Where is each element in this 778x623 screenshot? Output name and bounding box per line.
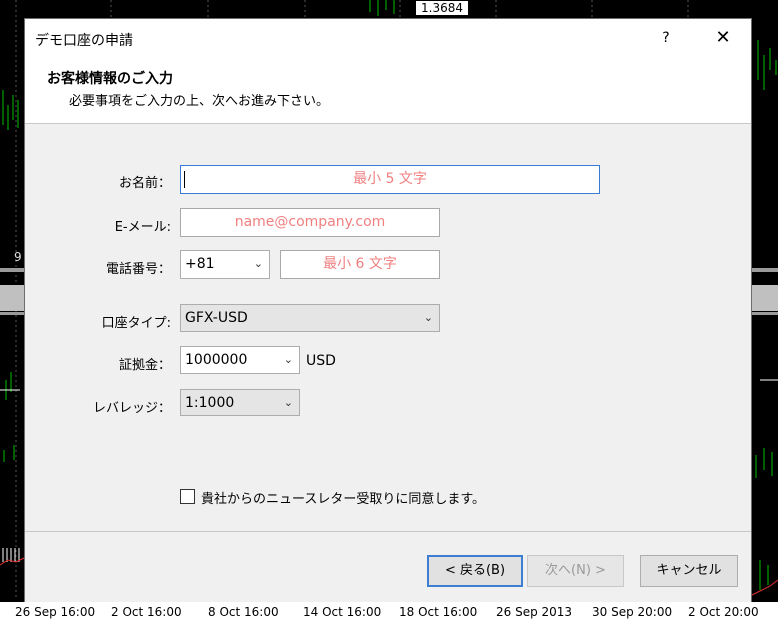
deposit-label: 証拠金： [118,358,171,373]
name-label: お名前： [118,176,171,191]
email-placeholder: name@company.com [234,214,386,230]
account-type-select[interactable]: GFX-USD ⌄ [180,304,440,332]
help-button[interactable]: ? [653,25,679,51]
time-axis: 26 Sep 16:00 2 Oct 16:00 8 Oct 16:00 14 … [0,602,778,623]
deposit-select[interactable]: 1000000 ⌄ [180,346,300,374]
page-subtitle: 必要事項をご入力の上、次へお進み下さい。 [69,94,330,109]
time-label: 30 Sep 20:00 [592,605,673,619]
phone-label: 電話番号： [105,262,171,277]
name-placeholder: 最小 5 文字 [353,171,427,187]
demo-account-dialog: デモ口座の申請 ? ✕ お客様情報のご入力 必要事項をご入力の上、次へお進み下さ… [24,18,752,602]
name-input[interactable]: 最小 5 文字 [180,165,600,194]
dialog-footer: < 戻る(B) 次へ(N) > キャンセル [25,531,751,602]
next-button[interactable]: 次へ(N) > [527,555,624,587]
account-type-label: 口座タイプ: [101,316,171,331]
phone-placeholder: 最小 6 文字 [323,256,397,272]
leverage-select[interactable]: 1:1000 ⌄ [180,389,300,416]
email-label: E-メール: [114,220,171,235]
time-label: 26 Sep 2013 [496,605,573,619]
deposit-unit: USD [306,353,336,369]
phone-code-value: +81 [185,256,215,272]
newsletter-label[interactable]: 貴社からのニュースレター受取りに同意します。 [201,488,485,507]
chart-axis-number: 9 [14,250,22,264]
deposit-value: 1000000 [185,352,248,368]
phone-code-select[interactable]: +81 ⌄ [180,250,270,279]
dialog-header: お客様情報のご入力 必要事項をご入力の上、次へお進み下さい。 [25,57,751,124]
newsletter-checkbox[interactable] [180,489,195,504]
time-label: 18 Oct 16:00 [399,605,478,619]
cancel-button[interactable]: キャンセル [640,555,738,587]
time-label: 2 Oct 20:00 [688,605,759,619]
back-button[interactable]: < 戻る(B) [427,555,523,587]
form-panel: お名前： 最小 5 文字 E-メール: name@company.com 電話番… [25,124,751,531]
chevron-down-icon: ⌄ [253,257,263,270]
chevron-down-icon: ⌄ [283,396,293,409]
time-label: 2 Oct 16:00 [111,605,182,619]
text-caret [184,171,185,188]
dialog-title: デモ口座の申請 [35,33,133,49]
leverage-value: 1:1000 [185,395,235,411]
close-icon[interactable]: ✕ [709,24,737,52]
email-input[interactable]: name@company.com [180,208,440,237]
chevron-down-icon: ⌄ [423,311,433,324]
price-tag: 1.3684 [415,0,469,16]
time-label: 14 Oct 16:00 [303,605,382,619]
phone-input[interactable]: 最小 6 文字 [280,250,440,279]
time-label: 26 Sep 16:00 [15,605,96,619]
dialog-titlebar[interactable]: デモ口座の申請 ? ✕ [25,19,751,57]
account-type-value: GFX-USD [185,310,248,326]
time-label: 8 Oct 16:00 [208,605,279,619]
chevron-down-icon: ⌄ [283,353,293,366]
page-title: お客様情報のご入力 [47,71,173,87]
leverage-label: レバレッジ： [92,401,171,416]
